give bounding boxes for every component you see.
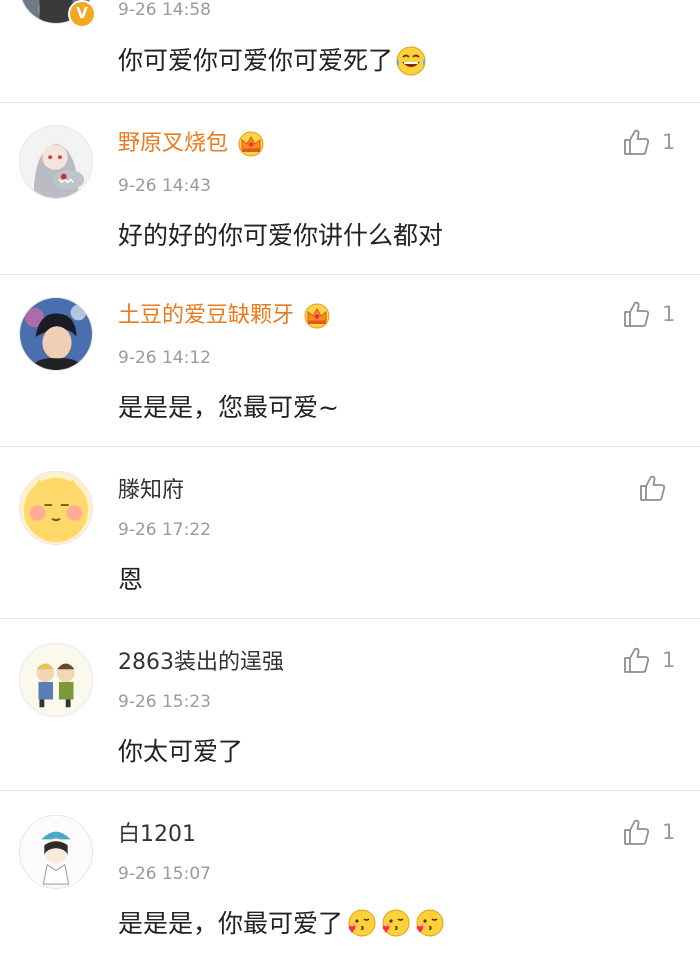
comment-time: 9-26 14:58 (118, 0, 211, 20)
laughing-emoji-icon (395, 45, 427, 77)
like-count: 1 (662, 302, 676, 326)
comment-item: 野原叉烧包 1 9-26 14:43 好的好的你可爱你讲什么都对 (0, 103, 700, 274)
like-button[interactable]: 1 (622, 299, 675, 329)
thumbs-up-icon (638, 473, 668, 503)
blowing-kiss-emoji-icon (379, 908, 411, 940)
comment-time: 9-26 14:12 (118, 348, 211, 368)
avatar[interactable] (19, 471, 93, 545)
comment-text-content: 是是是，你最可爱了 (118, 909, 344, 938)
like-count: 1 (662, 130, 676, 154)
comment-text: 是是是，您最可爱~ (118, 393, 339, 422)
comment-text: 你可爱你可爱你可爱死了 (118, 45, 427, 77)
comment-text: 好的好的你可爱你讲什么都对 (118, 221, 444, 250)
crown-icon (302, 303, 332, 329)
comment-item: V 9-26 14:58 你可爱你可爱你可爱死了 (0, 0, 700, 102)
comment-time: 9-26 14:43 (118, 176, 211, 196)
comment-text: 你太可爱了 (118, 737, 244, 766)
thumbs-up-icon (622, 645, 652, 675)
avatar[interactable] (19, 643, 93, 717)
like-count: 1 (662, 648, 676, 672)
username[interactable]: 白1201 (118, 822, 196, 848)
username[interactable]: 土豆的爱豆缺颗牙 (118, 303, 332, 329)
comment-time: 9-26 15:07 (118, 864, 211, 884)
avatar[interactable] (19, 297, 93, 371)
like-button[interactable] (638, 473, 668, 503)
comment-item: 滕知府 9-26 17:22 恩 (0, 447, 700, 618)
thumbs-up-icon (622, 817, 652, 847)
thumbs-up-icon (622, 127, 652, 157)
verified-badge: V (68, 0, 96, 28)
avatar[interactable] (19, 815, 93, 889)
comment-time: 9-26 15:23 (118, 692, 211, 712)
like-button[interactable]: 1 (622, 127, 675, 157)
comment-text: 恩 (118, 565, 144, 594)
like-count: 1 (662, 820, 676, 844)
username-text: 2863装出的逞强 (118, 650, 284, 675)
comment-item: 土豆的爱豆缺颗牙 1 9-26 14:12 是是是，您最可爱~ (0, 275, 700, 446)
comment-text-content: 你可爱你可爱你可爱死了 (118, 46, 394, 75)
like-button[interactable]: 1 (622, 645, 675, 675)
thumbs-up-icon (622, 299, 652, 329)
comment-item: 白1201 1 9-26 15:07 是是是，你最可爱了 (0, 791, 700, 965)
comment-text: 是是是，你最可爱了 (118, 908, 445, 940)
username-text: 野原叉烧包 (118, 131, 229, 156)
username[interactable]: 野原叉烧包 (118, 131, 266, 157)
comment-item: 2863装出的逞强 1 9-26 15:23 你太可爱了 (0, 619, 700, 790)
like-button[interactable]: 1 (622, 817, 675, 847)
username-text: 土豆的爱豆缺颗牙 (118, 303, 295, 328)
blowing-kiss-emoji-icon (413, 908, 445, 940)
crown-icon (236, 131, 266, 157)
blowing-kiss-emoji-icon (345, 908, 377, 940)
username-text: 滕知府 (118, 478, 185, 503)
username[interactable]: 滕知府 (118, 478, 184, 504)
username-text: 白1201 (118, 822, 196, 847)
comment-time: 9-26 17:22 (118, 520, 211, 540)
avatar[interactable] (19, 125, 93, 199)
username[interactable]: 2863装出的逞强 (118, 650, 284, 676)
